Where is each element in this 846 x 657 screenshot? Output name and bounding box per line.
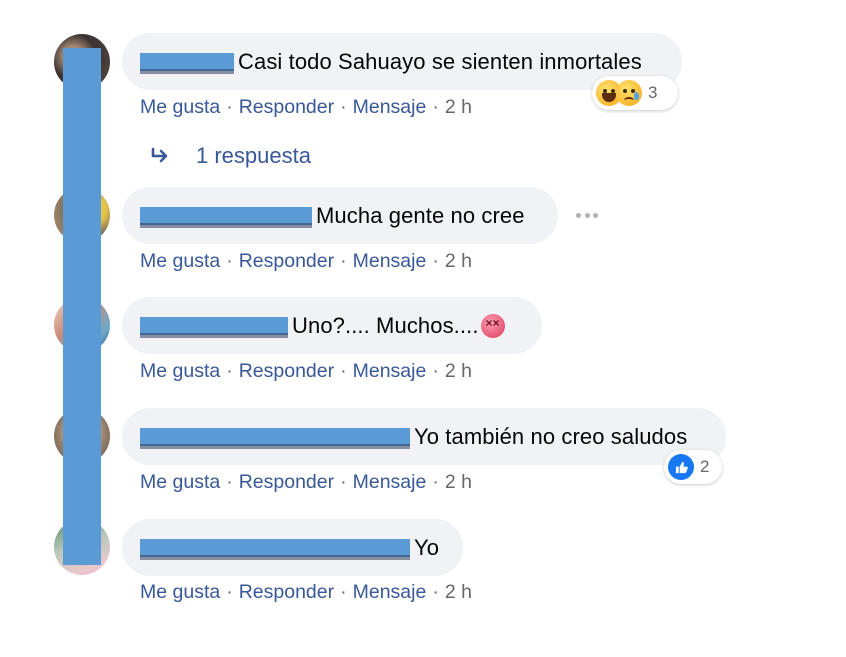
author-name-redacted[interactable] xyxy=(140,206,312,228)
separator: · xyxy=(432,96,439,118)
reply-link[interactable]: Responder xyxy=(239,471,334,493)
timestamp[interactable]: 2 h xyxy=(445,360,472,382)
separator: · xyxy=(226,471,233,493)
timestamp[interactable]: 2 h xyxy=(445,250,472,272)
comment-actions: Me gusta · Responder · Mensaje · 2 h xyxy=(140,250,472,273)
separator: · xyxy=(432,360,439,382)
message-link[interactable]: Mensaje xyxy=(353,96,427,118)
comment-text: Mucha gente no cree xyxy=(316,202,525,228)
like-link[interactable]: Me gusta xyxy=(140,96,220,118)
comment-text: Yo también no creo saludos xyxy=(414,423,688,449)
comment-text: Casi todo Sahuayo se sienten inmortales xyxy=(238,48,642,74)
like-link[interactable]: Me gusta xyxy=(140,471,220,493)
dizzy-face-icon xyxy=(480,313,505,338)
comment-bubble: Yo también no creo saludos xyxy=(122,408,726,465)
timestamp[interactable]: 2 h xyxy=(445,581,472,603)
separator: · xyxy=(340,250,347,272)
author-name-redacted[interactable] xyxy=(140,52,234,74)
like-link[interactable]: Me gusta xyxy=(140,581,220,603)
timestamp[interactable]: 2 h xyxy=(445,96,472,118)
message-link[interactable]: Mensaje xyxy=(353,471,427,493)
reply-link[interactable]: Responder xyxy=(239,360,334,382)
reply-arrow-icon xyxy=(151,147,168,163)
separator: · xyxy=(340,360,347,382)
separator: · xyxy=(432,471,439,493)
author-name-redacted[interactable] xyxy=(140,538,410,560)
like-icon xyxy=(668,454,694,480)
redaction-bar xyxy=(63,48,101,565)
sad-icon xyxy=(616,80,642,106)
message-link[interactable]: Mensaje xyxy=(353,360,427,382)
reply-link[interactable]: Responder xyxy=(239,250,334,272)
reaction-count: 3 xyxy=(648,83,658,102)
comment-bubble: Yo xyxy=(122,519,463,576)
reaction-count: 2 xyxy=(700,457,710,476)
message-link[interactable]: Mensaje xyxy=(353,250,427,272)
comment-actions: Me gusta · Responder · Mensaje · 2 h xyxy=(140,360,472,383)
reaction-summary[interactable]: 2 xyxy=(664,450,722,484)
more-options-icon[interactable] xyxy=(576,211,598,219)
reaction-summary[interactable]: 3 xyxy=(592,76,678,110)
comment-actions: Me gusta · Responder · Mensaje · 2 h xyxy=(140,96,472,119)
comment-actions: Me gusta · Responder · Mensaje · 2 h xyxy=(140,581,472,604)
timestamp[interactable]: 2 h xyxy=(445,471,472,493)
separator: · xyxy=(226,360,233,382)
separator: · xyxy=(432,250,439,272)
separator: · xyxy=(340,96,347,118)
message-link[interactable]: Mensaje xyxy=(353,581,427,603)
separator: · xyxy=(432,581,439,603)
like-link[interactable]: Me gusta xyxy=(140,360,220,382)
comment-text: Uno?.... Muchos.... xyxy=(292,312,479,338)
comment-text: Yo xyxy=(414,534,440,560)
separator: · xyxy=(226,581,233,603)
view-replies-link[interactable]: 1 respuesta xyxy=(150,143,311,169)
reply-link[interactable]: Responder xyxy=(239,96,334,118)
reply-count-label: 1 respuesta xyxy=(196,143,311,168)
separator: · xyxy=(340,581,347,603)
comment-actions: Me gusta · Responder · Mensaje · 2 h xyxy=(140,471,472,494)
like-link[interactable]: Me gusta xyxy=(140,250,220,272)
comment-bubble: Uno?.... Muchos.... xyxy=(122,297,542,354)
separator: · xyxy=(226,250,233,272)
separator: · xyxy=(226,96,233,118)
reply-link[interactable]: Responder xyxy=(239,581,334,603)
author-name-redacted[interactable] xyxy=(140,316,288,338)
author-name-redacted[interactable] xyxy=(140,427,410,449)
comment-bubble: Mucha gente no cree xyxy=(122,187,558,244)
separator: · xyxy=(340,471,347,493)
